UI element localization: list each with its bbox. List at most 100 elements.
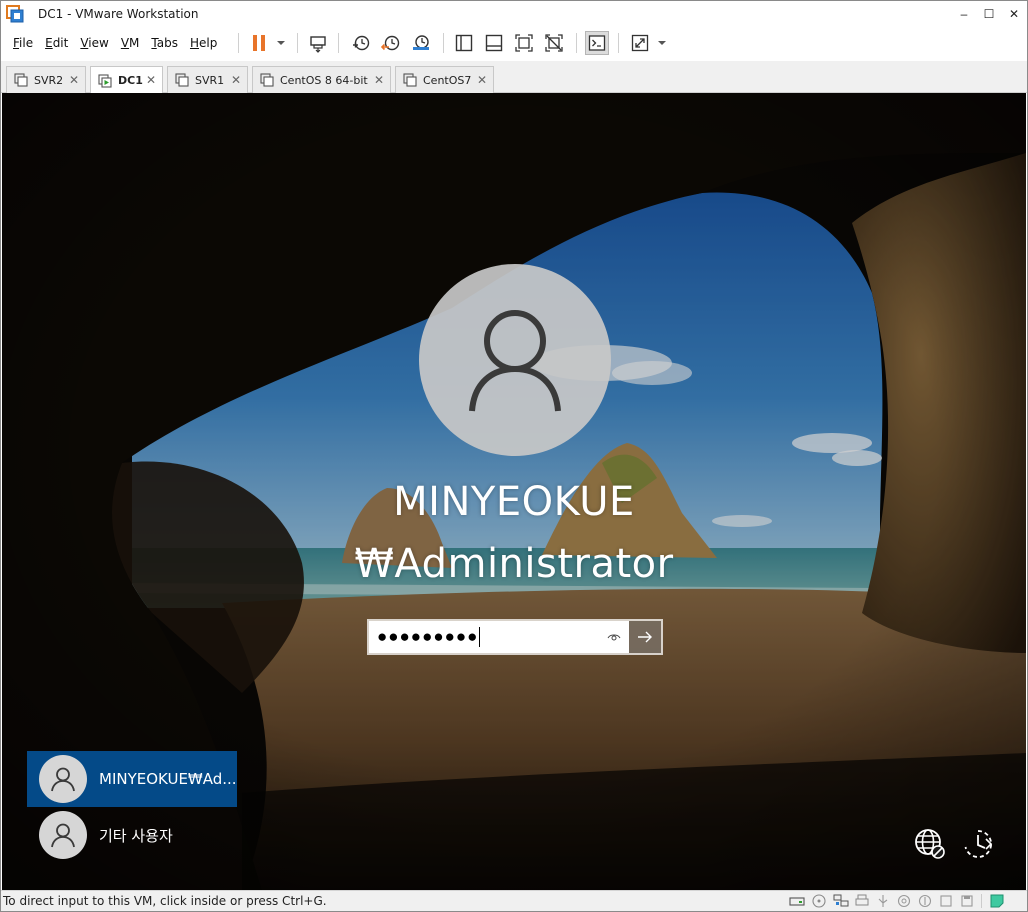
terminal-icon (588, 35, 606, 51)
toolbar-separator (443, 33, 444, 53)
user-silhouette-icon (469, 310, 561, 412)
pause-dropdown-button[interactable] (269, 31, 293, 55)
menu-edit[interactable]: Edit (45, 36, 68, 50)
ease-of-access-icon[interactable] (961, 827, 995, 861)
user-list-label: 기타 사용자 (99, 826, 173, 845)
maximize-button[interactable]: ☐ (976, 1, 1002, 27)
password-input[interactable]: ●●●●●●●●● (369, 621, 629, 653)
printer-icon[interactable] (854, 894, 870, 908)
password-box: ●●●●●●●●● (367, 619, 663, 655)
tab-label: SVR1 (195, 73, 225, 87)
arrow-right-icon (638, 631, 652, 643)
user-list-avatar (39, 755, 87, 803)
display-icon[interactable] (917, 894, 933, 908)
menu-help[interactable]: Help (190, 36, 217, 50)
title-bar: DC1 - VMware Workstation – ☐ ✕ (1, 1, 1027, 27)
user-silhouette-icon (51, 823, 75, 848)
vm-console-screen[interactable]: MINYEOKUE ₩Administrator ●●●●●●●●● MINYE… (2, 93, 1026, 890)
snapshot-button[interactable] (349, 31, 373, 55)
show-library-button[interactable] (452, 31, 476, 55)
vm-tab-icon (403, 73, 417, 87)
reveal-password-eye-icon[interactable] (607, 630, 621, 644)
tab-label: SVR2 (34, 73, 64, 87)
tab-dc1[interactable]: DC1 ✕ (90, 66, 163, 94)
chevron-down-icon (658, 41, 666, 45)
vmware-window: DC1 - VMware Workstation – ☐ ✕ File Edit… (0, 0, 1028, 912)
close-button[interactable]: ✕ (1001, 1, 1027, 27)
tab-close-icon[interactable]: ✕ (231, 73, 241, 87)
menu-view[interactable]: View (80, 36, 108, 50)
tab-label: CentOS 8 64-bit (280, 73, 368, 87)
globe-network-icon[interactable] (913, 827, 947, 861)
bottom-bar-layout-icon (485, 34, 503, 52)
snapshot-icon (353, 35, 370, 51)
vm-tab-icon (175, 73, 189, 87)
username-line2: ₩Administrator (354, 541, 674, 587)
stretch-icon (631, 34, 649, 52)
show-thumbnail-bar-button[interactable] (482, 31, 506, 55)
vm-tab-icon (260, 73, 274, 87)
user-silhouette-icon (51, 767, 75, 792)
tab-close-icon[interactable]: ✕ (69, 73, 79, 87)
console-view-button[interactable] (585, 31, 609, 55)
toolbar-separator (576, 33, 577, 53)
unity-button[interactable] (542, 31, 566, 55)
cd-dvd-icon[interactable] (811, 894, 827, 908)
device-icon[interactable] (938, 894, 954, 908)
password-mask: ●●●●●●●●● (377, 627, 479, 646)
full-screen-button[interactable] (512, 31, 536, 55)
tab-close-icon[interactable]: ✕ (477, 73, 487, 87)
toolbar-separator (297, 33, 298, 53)
tab-centos7[interactable]: CentOS7 ✕ (395, 66, 494, 93)
send-keys-icon (310, 36, 326, 53)
snapshot-manager-button[interactable] (409, 31, 433, 55)
network-adapter-icon[interactable] (833, 894, 849, 908)
tab-svr1[interactable]: SVR1 ✕ (167, 66, 248, 93)
message-log-icon[interactable] (989, 894, 1005, 908)
minimize-button[interactable]: – (951, 1, 977, 27)
revert-snapshot-icon (381, 35, 400, 51)
user-list-avatar (39, 811, 87, 859)
menu-file[interactable]: File (13, 36, 33, 50)
menu-tabs[interactable]: Tabs (151, 36, 178, 50)
snapshot-manager-icon (413, 35, 429, 50)
vm-tab-bar: SVR2 ✕ DC1 ✕ SVR1 ✕ CentOS 8 64-bit ✕ Ce… (1, 61, 1027, 94)
vmware-app-icon (6, 5, 24, 23)
toolbar-separator (338, 33, 339, 53)
chevron-down-icon (277, 41, 285, 45)
hard-disk-icon[interactable] (789, 894, 805, 908)
tab-close-icon[interactable]: ✕ (146, 73, 156, 87)
user-list-item-admin[interactable]: MINYEOKUE₩Ad... (27, 751, 237, 807)
unity-mode-icon (545, 34, 563, 52)
usb-icon[interactable] (875, 894, 891, 908)
floppy-icon[interactable] (959, 894, 975, 908)
tab-label: CentOS7 (423, 73, 472, 87)
submit-button[interactable] (629, 621, 661, 653)
user-list-label: MINYEOKUE₩Ad... (99, 770, 237, 788)
vm-running-tab-icon (98, 73, 112, 88)
status-hint: To direct input to this VM, click inside… (3, 894, 327, 908)
toolbar-separator (238, 33, 239, 53)
tab-close-icon[interactable]: ✕ (374, 73, 384, 87)
pause-icon (253, 35, 265, 51)
pause-button[interactable] (247, 31, 271, 55)
tab-label: DC1 (118, 74, 143, 87)
toolbar-separator (618, 33, 619, 53)
username-line1: MINYEOKUE (393, 479, 635, 525)
vm-tab-icon (14, 73, 28, 87)
tab-svr2[interactable]: SVR2 ✕ (6, 66, 86, 93)
tab-centos8[interactable]: CentOS 8 64-bit ✕ (252, 66, 391, 93)
sidebar-layout-icon (455, 34, 473, 52)
full-screen-icon (515, 34, 533, 52)
text-caret (479, 627, 481, 647)
sound-card-icon[interactable] (896, 894, 912, 908)
revert-snapshot-button[interactable] (379, 31, 403, 55)
user-list-item-other[interactable]: 기타 사용자 (27, 807, 237, 863)
send-ctrl-alt-del-button[interactable] (306, 31, 330, 55)
stretch-guest-button[interactable] (628, 31, 652, 55)
user-avatar (419, 264, 611, 456)
stretch-dropdown-button[interactable] (650, 31, 674, 55)
menu-vm[interactable]: VM (121, 36, 140, 50)
window-title: DC1 - VMware Workstation (38, 7, 199, 21)
status-bar: To direct input to this VM, click inside… (1, 890, 1027, 911)
